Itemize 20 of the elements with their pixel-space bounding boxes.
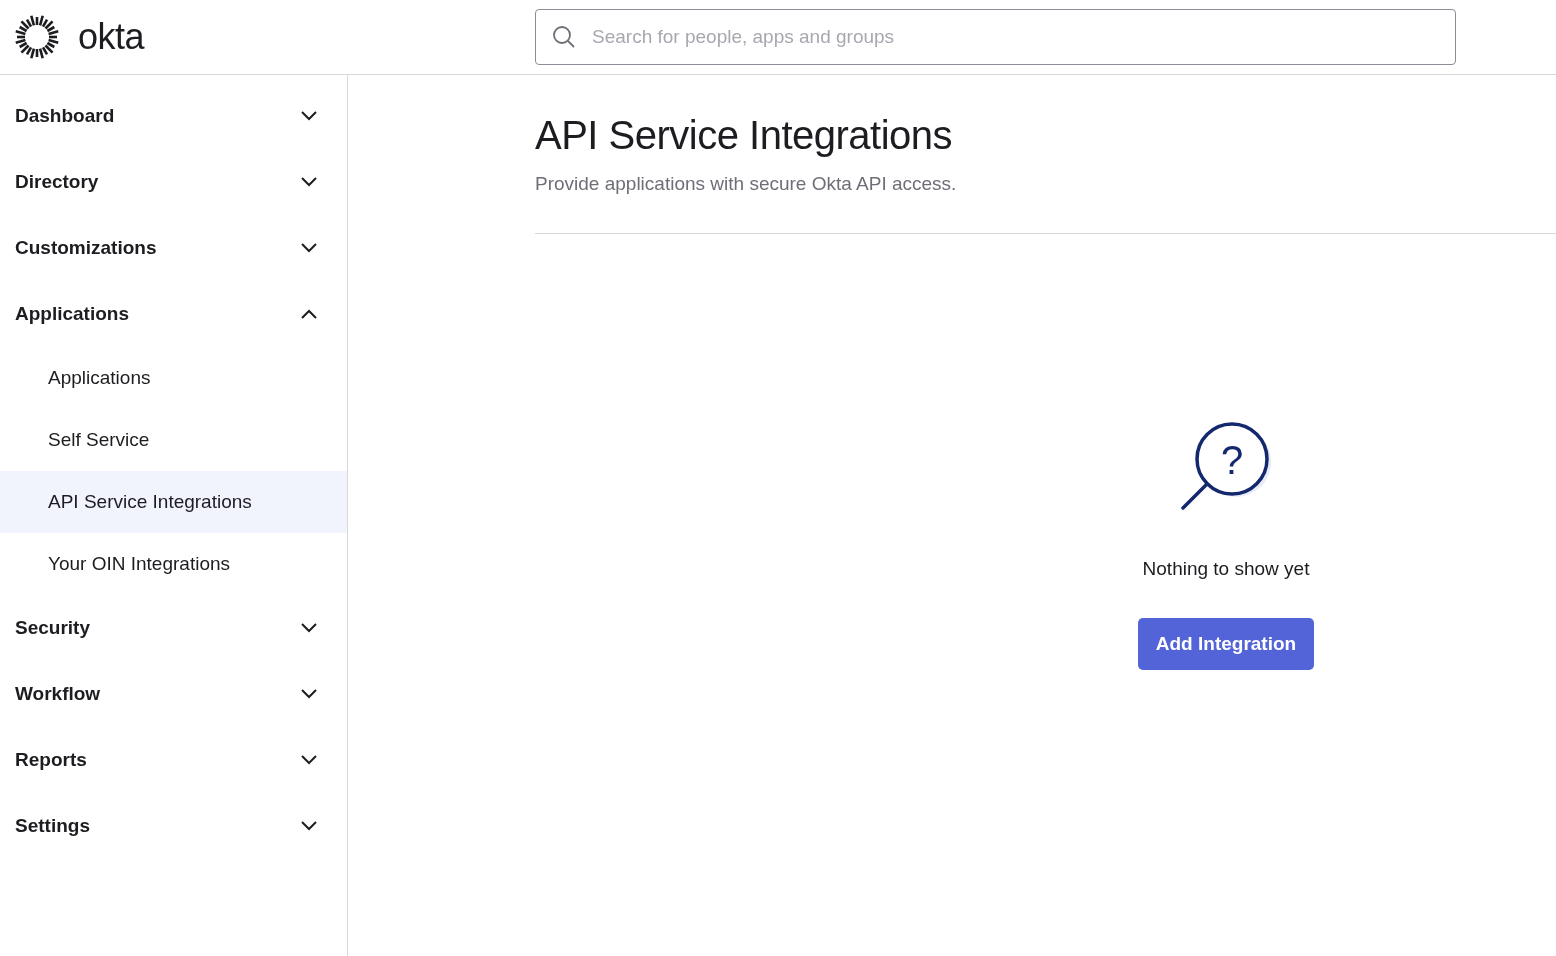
nav-item[interactable]: Security [0,595,347,661]
nav-item[interactable]: Reports [0,727,347,793]
nav-subitem[interactable]: Applications [0,347,347,409]
search-icon [552,25,576,49]
nav-item[interactable]: Dashboard [0,83,347,149]
empty-message: Nothing to show yet [1142,558,1310,580]
nav-subitem[interactable]: Your OIN Integrations [0,533,347,595]
nav-subitem[interactable]: Self Service [0,409,347,471]
page-subtitle: Provide applications with secure Okta API access. [535,173,958,195]
nav-item[interactable]: Workflow [0,661,347,727]
nav-item[interactable]: Settings [0,793,347,859]
sunburst-logo-icon [14,14,60,60]
nav-item[interactable]: Customizations [0,215,347,281]
page-title: API Service Integrations [535,112,954,159]
add-integration-button[interactable]: Add Integration [1137,618,1315,670]
nav-item[interactable]: Directory [0,149,347,215]
nav-item[interactable]: Applications [0,281,347,347]
search-field[interactable]: Search for people, apps and groups [535,9,1456,65]
nav-subitem[interactable]: API Service Integrations [0,471,347,533]
logo-wordmark: okta [78,16,145,58]
